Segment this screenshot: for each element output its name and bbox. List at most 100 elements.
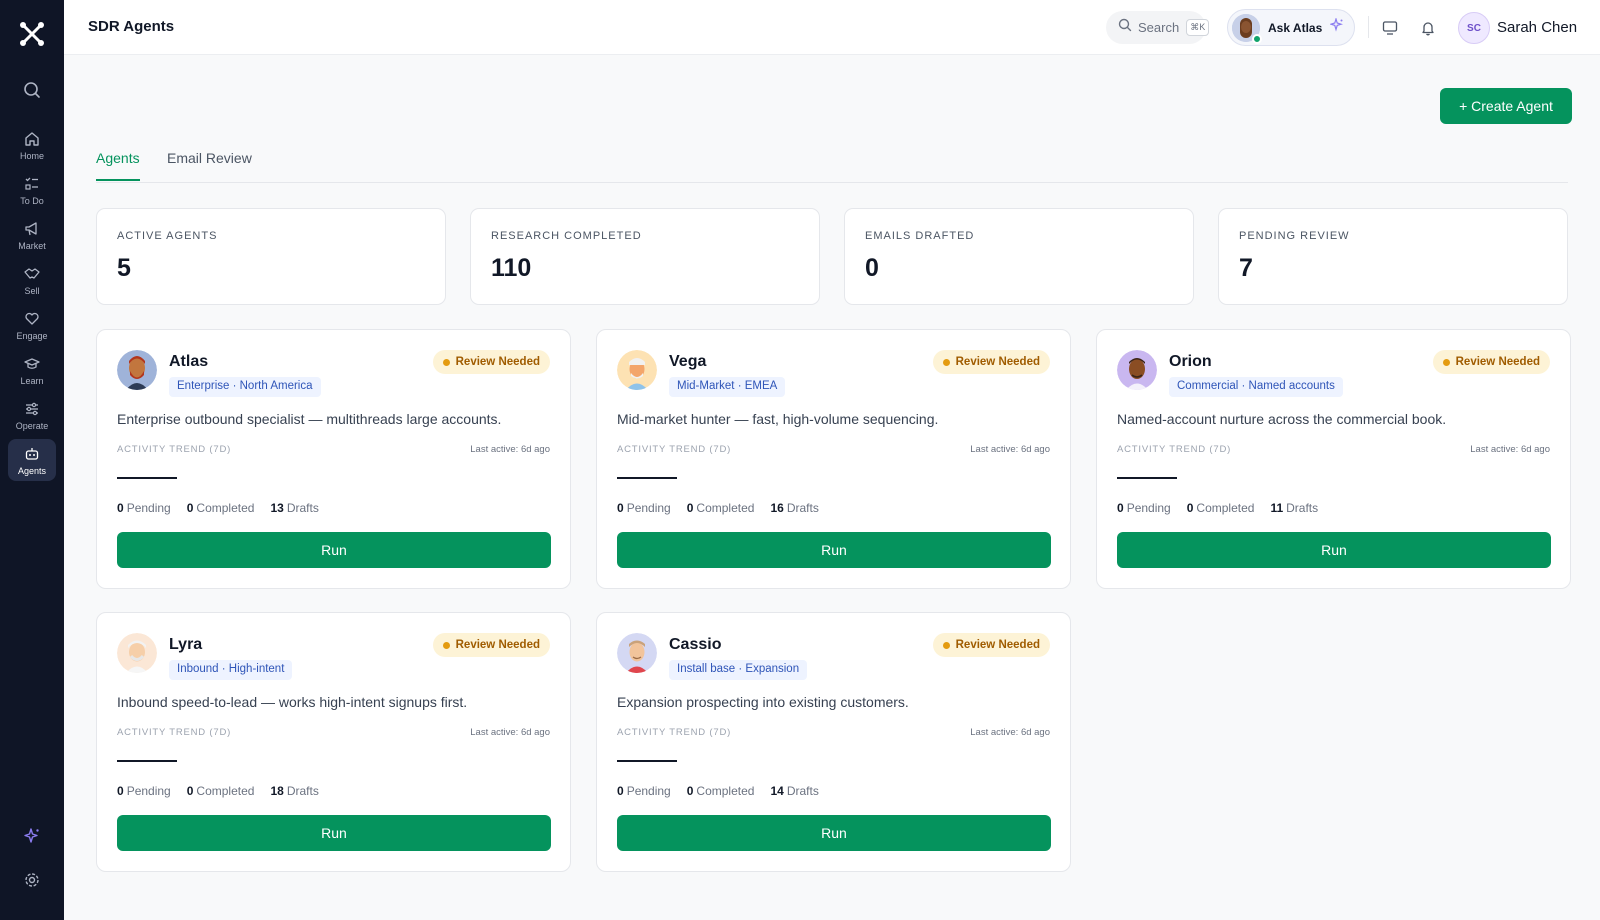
agent-avatar: [1117, 350, 1157, 390]
robot-icon: [23, 445, 41, 463]
agent-card-vega: Vega Mid-Market · EMEA Review Needed Mid…: [596, 329, 1071, 589]
activity-sparkline: [617, 760, 677, 762]
run-button[interactable]: Run: [617, 815, 1051, 851]
completed-stat: 0 Completed: [187, 784, 255, 798]
completed-count: 0: [186, 501, 194, 515]
completed-stat: 0 Completed: [187, 501, 255, 515]
agent-name: Vega: [669, 353, 707, 370]
drafts-label: Drafts: [286, 784, 319, 798]
activity-sparkline: [617, 477, 677, 479]
drafts-count: 11: [1270, 501, 1284, 515]
status-dot: [1442, 358, 1450, 366]
agent-name: Cassio: [669, 636, 722, 653]
agent-name: Atlas: [169, 353, 209, 370]
sidebar-item-learn[interactable]: Learn: [8, 349, 56, 391]
create-agent-button[interactable]: + Create Agent: [1440, 88, 1572, 124]
stat-value: 0: [865, 254, 879, 282]
drafts-stat: 18 Drafts: [270, 784, 318, 798]
status-dot: [942, 641, 950, 649]
status-badge: Review Needed: [932, 633, 1050, 657]
drafts-label: Drafts: [786, 784, 819, 798]
header-divider: [1368, 16, 1369, 38]
agent-avatar: [617, 350, 657, 390]
stat-label: RESEARCH COMPLETED: [491, 230, 642, 242]
sidebar-item-operate[interactable]: Operate: [8, 394, 56, 436]
completed-stat: 0 Completed: [1187, 501, 1255, 515]
run-button[interactable]: Run: [117, 532, 551, 568]
drafts-count: 13: [270, 501, 284, 515]
pending-stat: 0 Pending: [117, 784, 171, 798]
agent-name: Lyra: [169, 636, 203, 653]
user-name[interactable]: Sarah Chen: [1497, 19, 1577, 36]
activity-sparkline: [1117, 477, 1177, 479]
completed-count: 0: [686, 784, 694, 798]
sidebar-item-engage[interactable]: Engage: [8, 304, 56, 346]
status-badge: Review Needed: [1432, 350, 1550, 374]
completed-count: 0: [686, 501, 694, 515]
pending-label: Pending: [1126, 501, 1171, 515]
sparkle-icon: [1329, 16, 1344, 37]
run-button[interactable]: Run: [117, 815, 551, 851]
completed-stat: 0 Completed: [687, 501, 755, 515]
x-logo-icon[interactable]: [18, 20, 46, 48]
agent-description: Enterprise outbound specialist — multith…: [117, 411, 502, 427]
sidebar-item-home[interactable]: Home: [8, 124, 56, 166]
sidebar-bottom: [0, 810, 64, 898]
search-button[interactable]: Search ⌘K: [1106, 11, 1210, 44]
run-button[interactable]: Run: [617, 532, 1051, 568]
agent-avatar: [117, 633, 157, 673]
sidebar-search-icon[interactable]: [12, 72, 52, 108]
sparkle-icon[interactable]: [14, 818, 50, 854]
stat-card-pending-review: PENDING REVIEW 7: [1218, 208, 1568, 305]
completed-label: Completed: [1196, 501, 1255, 515]
drafts-stat: 11 Drafts: [1270, 501, 1318, 515]
gear-icon[interactable]: [14, 862, 50, 898]
search-icon: [1118, 18, 1132, 37]
sidebar-item-todo[interactable]: To Do: [8, 169, 56, 211]
completed-label: Completed: [196, 501, 255, 515]
tab-email-review[interactable]: Email Review: [167, 150, 252, 179]
drafts-stat: 14 Drafts: [770, 784, 818, 798]
run-button[interactable]: Run: [1117, 532, 1551, 568]
monitor-icon[interactable]: [1379, 17, 1401, 39]
stat-card-emails-drafted: EMAILS DRAFTED 0: [844, 208, 1194, 305]
agent-stats: 0 Pending 0 Completed 13 Drafts: [117, 501, 319, 515]
activity-trend-label: ACTIVITY TREND (7D): [617, 727, 732, 738]
pending-count: 0: [117, 501, 124, 515]
tab-agents[interactable]: Agents: [96, 150, 140, 181]
drafts-label: Drafts: [286, 501, 319, 515]
agent-name: Orion: [1169, 353, 1212, 370]
stat-label: ACTIVE AGENTS: [117, 230, 218, 242]
drafts-stat: 13 Drafts: [270, 501, 318, 515]
status-badge-label: Review Needed: [455, 356, 540, 368]
status-dot: [442, 641, 450, 649]
heart-hand-icon: [23, 310, 41, 328]
stat-label: EMAILS DRAFTED: [865, 230, 975, 242]
atlas-avatar: [1232, 13, 1262, 44]
sidebar-item-agents[interactable]: Agents: [8, 439, 56, 481]
status-badge-label: Review Needed: [955, 356, 1040, 368]
page-title: SDR Agents: [88, 18, 175, 35]
status-badge-label: Review Needed: [455, 639, 540, 651]
pending-count: 0: [617, 784, 624, 798]
agent-segment-tag: Install base · Expansion: [669, 660, 808, 680]
megaphone-icon: [23, 220, 41, 238]
status-badge: Review Needed: [432, 350, 550, 374]
sidebar-item-label: To Do: [20, 195, 44, 206]
search-shortcut: ⌘K: [1186, 19, 1210, 36]
user-avatar[interactable]: SC: [1458, 12, 1490, 44]
bell-icon[interactable]: [1417, 17, 1439, 39]
agent-card-orion: Orion Commercial · Named accounts Review…: [1096, 329, 1571, 589]
agent-card-lyra: Lyra Inbound · High-intent Review Needed…: [96, 612, 571, 872]
pending-label: Pending: [126, 784, 171, 798]
agent-segment-tag: Commercial · Named accounts: [1169, 377, 1343, 397]
stat-value: 110: [491, 254, 532, 282]
sidebar-item-sell[interactable]: Sell: [8, 259, 56, 301]
pending-stat: 0 Pending: [617, 501, 671, 515]
agent-segment-tag: Mid-Market · EMEA: [669, 377, 786, 397]
agent-segment-tag: Enterprise · North America: [169, 377, 321, 397]
sidebar-item-market[interactable]: Market: [8, 214, 56, 256]
activity-trend-label: ACTIVITY TREND (7D): [117, 444, 232, 455]
last-active: Last active: 6d ago: [970, 444, 1050, 455]
ask-atlas-button[interactable]: Ask Atlas: [1227, 9, 1355, 46]
